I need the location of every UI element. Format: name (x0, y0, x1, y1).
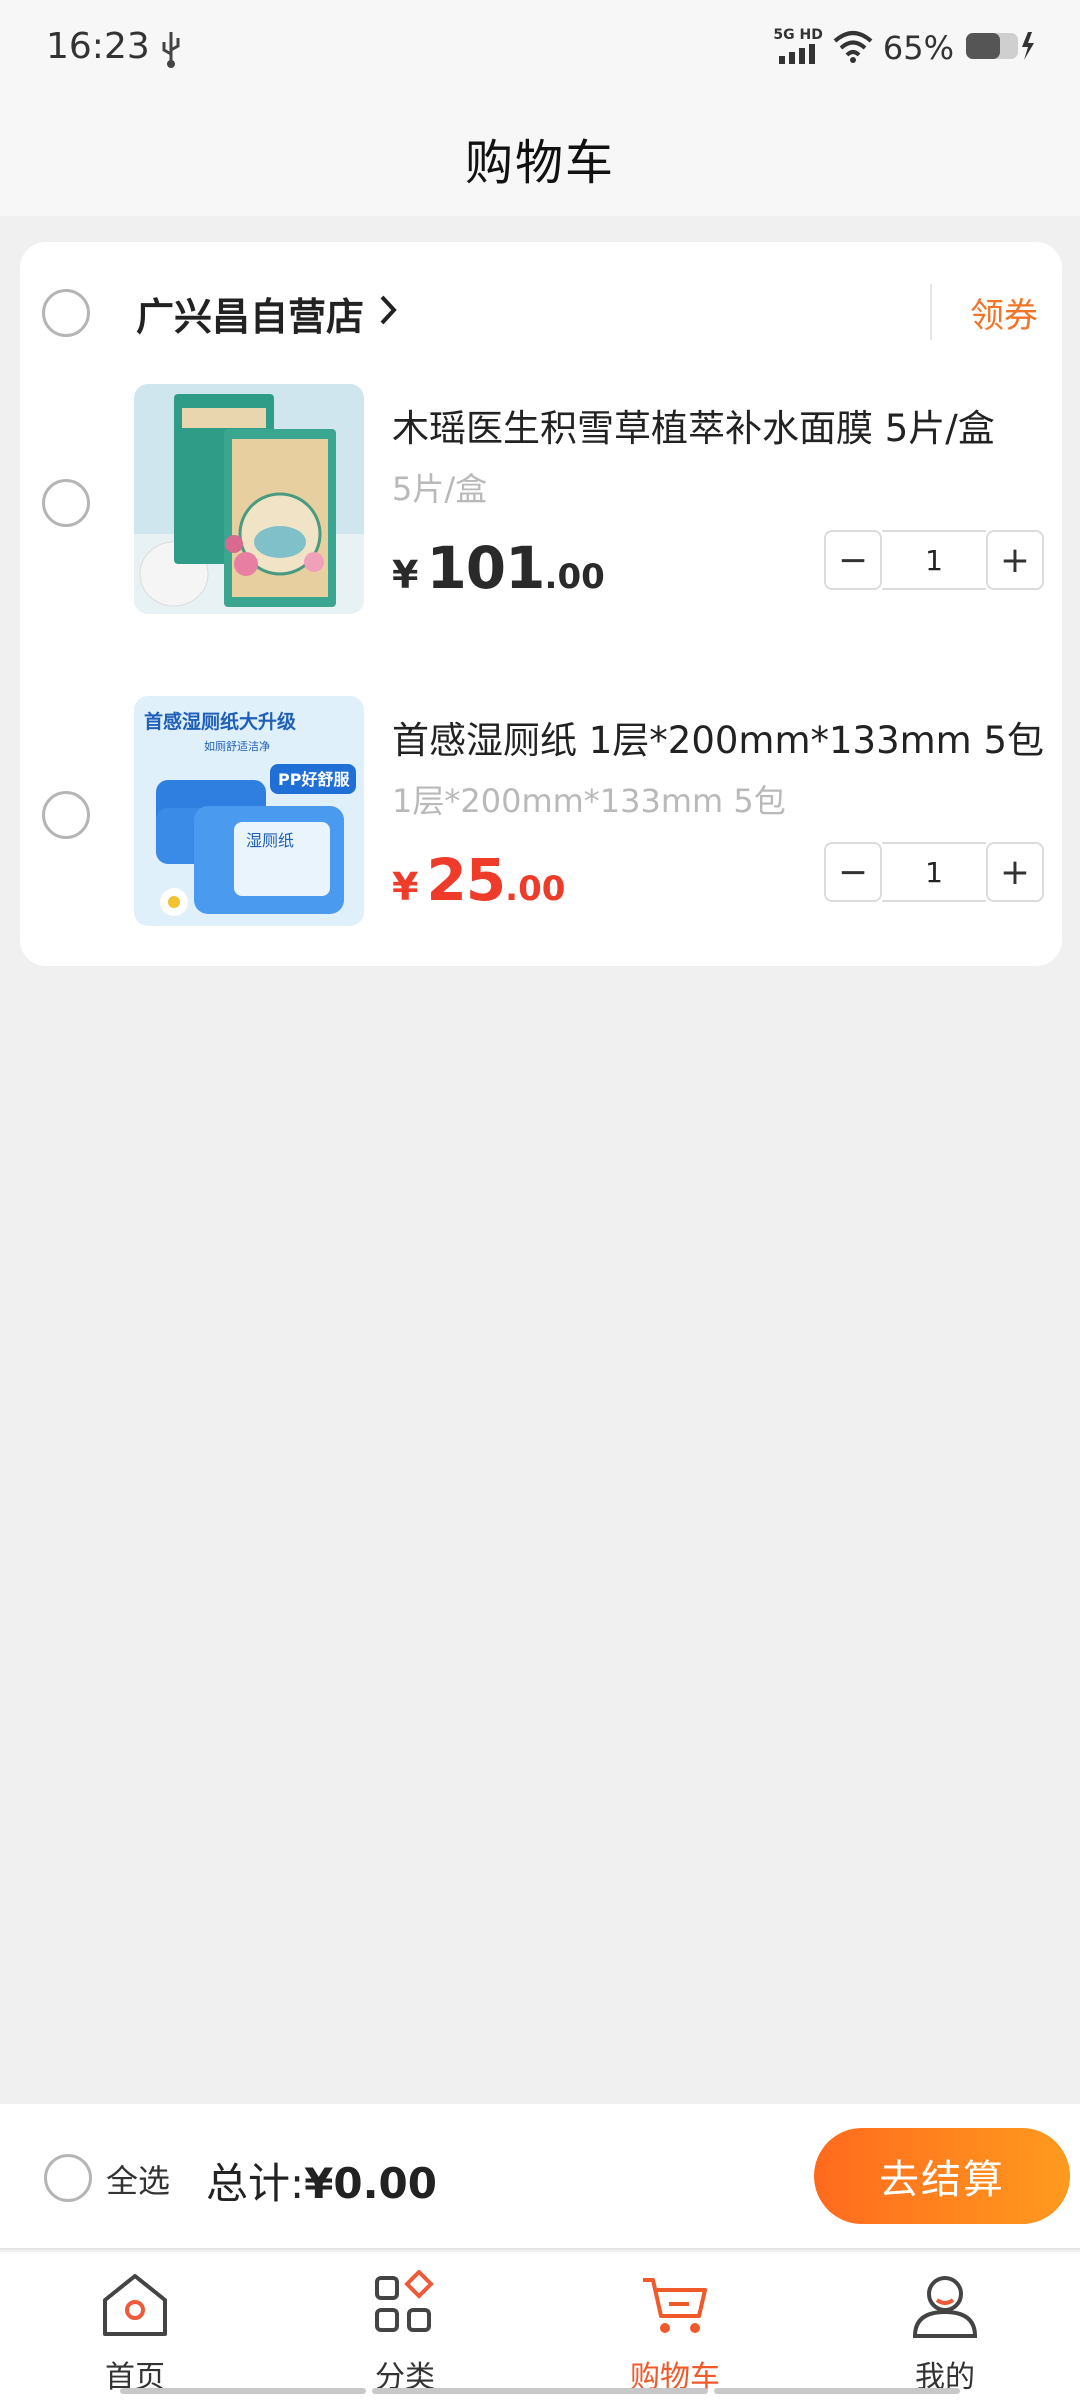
tab-profile[interactable]: 我的 (810, 2252, 1080, 2400)
price-integer: 25 (426, 846, 506, 914)
quantity-stepper: − 1 + (824, 530, 1044, 590)
chevron-right-icon (378, 292, 398, 336)
store-cart-card: 广兴昌自营店 领券 木瑶医生积雪草植萃补水面膜 5片/盒 5片/盒 ¥ 101 … (20, 242, 1062, 966)
image-pack-label: 湿厕纸 (246, 831, 294, 850)
quantity-stepper: − 1 + (824, 842, 1044, 902)
usb-icon (160, 30, 182, 74)
page-title: 购物车 (464, 135, 615, 191)
price-symbol: ¥ (392, 865, 419, 909)
item-select-radio[interactable] (42, 479, 90, 527)
quantity-input[interactable]: 1 (882, 530, 986, 590)
battery-percent: 65% (882, 29, 954, 67)
item-price: ¥ 25 .00 (392, 846, 565, 914)
wifi-icon (833, 29, 873, 67)
network-type-label: 5G HD (773, 27, 823, 43)
price-symbol: ¥ (392, 553, 419, 597)
image-badge: PP好舒服 (278, 770, 350, 789)
battery-icon (964, 29, 1040, 67)
status-time: 16:23 (46, 26, 150, 67)
gesture-indicator (120, 2388, 366, 2394)
product-image-face-mask[interactable] (134, 384, 364, 614)
home-icon (99, 2270, 171, 2344)
status-bar: 16:23 5G HD 65% (0, 0, 1080, 100)
increase-quantity-button[interactable]: + (986, 842, 1044, 902)
decrease-quantity-button[interactable]: − (824, 842, 882, 902)
item-name[interactable]: 首感湿厕纸 1层*200mm*133mm 5包 (392, 710, 1044, 764)
signal-icon (778, 42, 823, 68)
decrease-quantity-button[interactable]: − (824, 530, 882, 590)
price-decimal: .00 (544, 557, 605, 597)
coupon-button[interactable]: 领券 (970, 288, 1038, 337)
checkout-button[interactable]: 去结算 (814, 2128, 1070, 2224)
product-image-wet-toilet-paper[interactable]: 首感湿厕纸大升级 如厕舒适洁净 PP好舒服 湿厕纸 (134, 696, 364, 926)
cart-item: 木瑶医生积雪草植萃补水面膜 5片/盒 5片/盒 ¥ 101 .00 − 1 + (20, 384, 1062, 614)
checkout-bar: 全选 总计:¥0.00 去结算 (0, 2104, 1080, 2250)
tab-category[interactable]: 分类 (270, 2252, 540, 2400)
cart-item: 首感湿厕纸大升级 如厕舒适洁净 PP好舒服 湿厕纸 首感湿厕纸 1层*200mm… (20, 696, 1062, 926)
gesture-indicator (372, 2388, 708, 2394)
price-integer: 101 (426, 534, 545, 602)
price-decimal: .00 (505, 869, 566, 909)
title-bar: 购物车 (0, 100, 1080, 216)
item-price: ¥ 101 .00 (392, 534, 605, 602)
divider (930, 284, 932, 340)
tab-cart[interactable]: 购物车 (540, 2252, 810, 2400)
total-price: 总计:¥0.00 (206, 2150, 437, 2211)
item-spec: 5片/盒 (392, 470, 488, 508)
image-headline: 首感湿厕纸大升级 (144, 710, 296, 733)
item-select-radio[interactable] (42, 791, 90, 839)
store-link[interactable]: 广兴昌自营店 (136, 286, 398, 341)
total-value: ¥0.00 (304, 2159, 438, 2208)
item-name[interactable]: 木瑶医生积雪草植萃补水面膜 5片/盒 (392, 398, 995, 452)
image-subline: 如厕舒适洁净 (204, 739, 270, 753)
select-all-radio[interactable] (44, 2154, 92, 2202)
category-icon (369, 2269, 441, 2344)
tab-home[interactable]: 首页 (0, 2252, 270, 2400)
gesture-indicator (714, 2388, 960, 2394)
store-name: 广兴昌自营店 (136, 295, 365, 339)
total-label: 总计: (206, 2159, 305, 2208)
quantity-input[interactable]: 1 (882, 842, 986, 902)
user-icon (909, 2270, 981, 2344)
bottom-tab-bar: 首页 分类 购物车 我的 (0, 2252, 1080, 2400)
increase-quantity-button[interactable]: + (986, 530, 1044, 590)
select-all-label[interactable]: 全选 (106, 2156, 170, 2202)
item-spec: 1层*200mm*133mm 5包 (392, 782, 786, 820)
cart-icon (639, 2270, 711, 2344)
store-select-radio[interactable] (42, 289, 90, 337)
